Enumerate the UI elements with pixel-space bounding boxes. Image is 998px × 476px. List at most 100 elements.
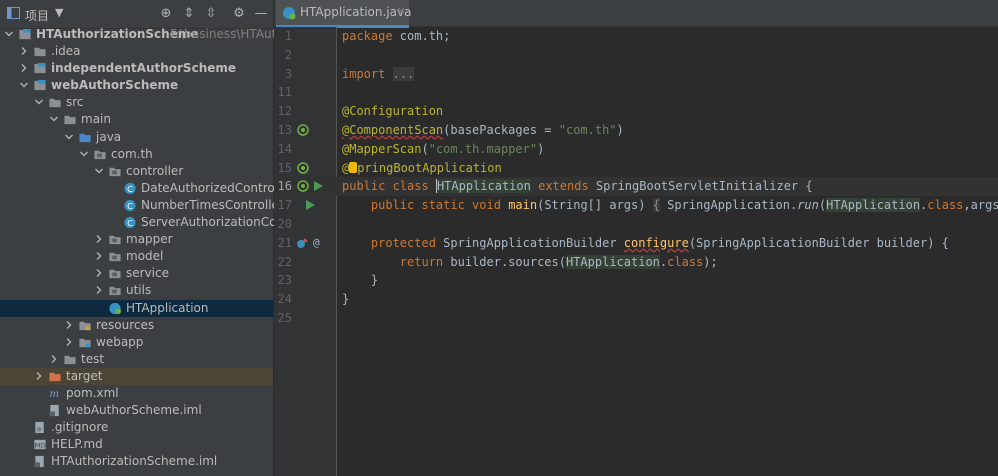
tree-item-label: model bbox=[126, 249, 164, 264]
chevron-right-icon[interactable] bbox=[64, 337, 74, 347]
override-icon[interactable] bbox=[296, 237, 308, 249]
code-line-16[interactable]: 16 public class HTApplication extends Sp… bbox=[274, 177, 998, 197]
tree-item[interactable]: independentAuthorScheme bbox=[0, 60, 273, 77]
svg-text:C: C bbox=[127, 218, 133, 228]
code-line-11[interactable]: 11 bbox=[274, 83, 998, 102]
tree-item[interactable]: MD HELP.md bbox=[0, 436, 273, 453]
chevron-down-icon[interactable] bbox=[64, 132, 74, 142]
chevron-right-icon[interactable] bbox=[94, 268, 104, 278]
gear-icon[interactable]: ⚙ bbox=[231, 6, 247, 22]
spring-boot-icon[interactable] bbox=[297, 161, 309, 174]
minimize-icon[interactable]: — bbox=[253, 6, 269, 22]
tree-item[interactable]: java bbox=[0, 129, 273, 146]
tree-item[interactable]: utils bbox=[0, 282, 273, 299]
folder-src-icon bbox=[79, 133, 91, 142]
tree-item[interactable]: target bbox=[0, 367, 273, 385]
code-line-1[interactable]: 1 package com.th; bbox=[274, 27, 998, 46]
tree-item-label: .idea bbox=[51, 44, 81, 59]
code-line-2[interactable]: 2 bbox=[274, 46, 998, 65]
code-text: } bbox=[342, 292, 350, 307]
package-icon bbox=[94, 150, 106, 159]
expand-all-icon[interactable]: ⇕ bbox=[181, 6, 197, 22]
code-line-14[interactable]: 14 @MapperScan("com.th.mapper") bbox=[274, 140, 998, 159]
file-icon bbox=[35, 422, 44, 434]
tree-item-label: resources bbox=[96, 317, 155, 332]
tree-item[interactable]: .gitignore bbox=[0, 419, 273, 436]
bean-method-icon[interactable]: @ bbox=[313, 234, 320, 253]
tree-item[interactable]: resources bbox=[0, 317, 273, 334]
tree-item[interactable]: webAuthorScheme.iml bbox=[0, 402, 273, 419]
locate-icon[interactable]: ⊕ bbox=[158, 6, 174, 22]
folder-icon bbox=[34, 47, 46, 57]
run-icon[interactable] bbox=[304, 199, 316, 211]
tree-item[interactable]: com.th bbox=[0, 146, 273, 163]
code-line-15[interactable]: 15 @ pringBootApplication bbox=[274, 159, 998, 178]
tab-htapplication[interactable]: HTApplication.java × bbox=[276, 0, 412, 28]
tree-item[interactable]: mapper bbox=[0, 231, 273, 248]
tree-item[interactable]: model bbox=[0, 248, 273, 265]
code-line-24[interactable]: 24 } bbox=[274, 290, 998, 309]
project-view-icon bbox=[7, 7, 20, 19]
tree-item[interactable]: HTAuthorizationScheme F:\business\HTAutho… bbox=[0, 26, 300, 43]
spring-class-icon bbox=[283, 7, 296, 20]
code-text: @ pringBootApplication bbox=[342, 160, 502, 175]
code-line-23[interactable]: 23 } bbox=[274, 271, 998, 290]
tree-item[interactable]: C DateAuthorizedController bbox=[0, 180, 294, 197]
line-number: 17 bbox=[277, 198, 292, 213]
view-dropdown-icon[interactable]: ▼ bbox=[55, 6, 63, 19]
chevron-down-icon[interactable] bbox=[94, 166, 104, 176]
collapse-all-icon[interactable]: ⇳ bbox=[203, 6, 219, 22]
tree-item[interactable]: main bbox=[0, 111, 273, 128]
tree-item[interactable]: .idea bbox=[0, 43, 273, 60]
spring-boot-icon[interactable] bbox=[297, 180, 309, 193]
tree-item[interactable]: m pom.xml bbox=[0, 385, 273, 402]
code-line-25[interactable]: 25 bbox=[274, 309, 998, 328]
editor-tab-bar: HTApplication.java × bbox=[274, 0, 998, 28]
line-number: 16 bbox=[277, 179, 292, 194]
code-line-21[interactable]: 21 @ protected SpringApplicationBuilder … bbox=[274, 234, 998, 253]
line-number: 3 bbox=[284, 66, 292, 81]
line-number: 12 bbox=[277, 104, 292, 119]
tree-item[interactable]: webapp bbox=[0, 334, 273, 351]
code-line-12[interactable]: 12 @Configuration bbox=[274, 102, 998, 121]
tab-label: HTApplication.java bbox=[300, 5, 412, 19]
tree-item[interactable]: HTApplication bbox=[0, 299, 273, 317]
code-line-22[interactable]: 22 return builder.sources(HTApplication.… bbox=[274, 253, 998, 272]
chevron-down-icon[interactable] bbox=[4, 29, 14, 39]
code-line-3[interactable]: 3 import ... bbox=[274, 65, 998, 84]
code-line-13[interactable]: 13 @ComponentScan(basePackages = "com.th… bbox=[274, 121, 998, 140]
chevron-down-icon[interactable] bbox=[34, 97, 44, 107]
chevron-right-icon[interactable] bbox=[19, 63, 29, 73]
code-line-17[interactable]: 17 public static void main(String[] args… bbox=[274, 196, 998, 215]
line-number: 22 bbox=[277, 254, 292, 269]
maven-icon: m bbox=[49, 389, 59, 400]
chevron-right-icon[interactable] bbox=[64, 320, 74, 330]
chevron-right-icon[interactable] bbox=[19, 46, 29, 56]
chevron-right-icon[interactable] bbox=[34, 371, 44, 381]
chevron-down-icon[interactable] bbox=[79, 149, 89, 159]
tree-item[interactable]: controller bbox=[0, 163, 273, 180]
chevron-down-icon[interactable] bbox=[49, 114, 59, 124]
line-number: 24 bbox=[277, 292, 292, 307]
spring-bean-icon[interactable] bbox=[297, 124, 309, 136]
chevron-right-icon[interactable] bbox=[94, 285, 104, 295]
tree-item[interactable]: src bbox=[0, 94, 273, 111]
chevron-down-icon[interactable] bbox=[19, 80, 29, 90]
code-line-20[interactable]: 20 bbox=[274, 215, 998, 234]
code-text: @ComponentScan(basePackages = "com.th") bbox=[342, 123, 624, 137]
tree-item-label: .gitignore bbox=[51, 420, 109, 435]
tree-item[interactable]: C NumberTimesController bbox=[0, 197, 284, 214]
run-icon[interactable] bbox=[312, 180, 324, 192]
iml-icon bbox=[34, 456, 44, 468]
tree-item[interactable]: webAuthorScheme bbox=[0, 77, 273, 94]
chevron-right-icon[interactable] bbox=[94, 251, 104, 261]
tree-item[interactable]: C ServerAuthorizationContro bbox=[0, 214, 301, 231]
tree-item[interactable]: test bbox=[0, 351, 273, 368]
chevron-right-icon[interactable] bbox=[94, 234, 104, 244]
tree-item[interactable]: HTAuthorizationScheme.iml bbox=[0, 453, 273, 470]
tree-item-label: java bbox=[96, 129, 122, 144]
chevron-right-icon[interactable] bbox=[49, 354, 59, 364]
close-icon[interactable]: × bbox=[397, 4, 406, 17]
folder-icon bbox=[64, 116, 76, 125]
tree-item[interactable]: service bbox=[0, 265, 273, 282]
